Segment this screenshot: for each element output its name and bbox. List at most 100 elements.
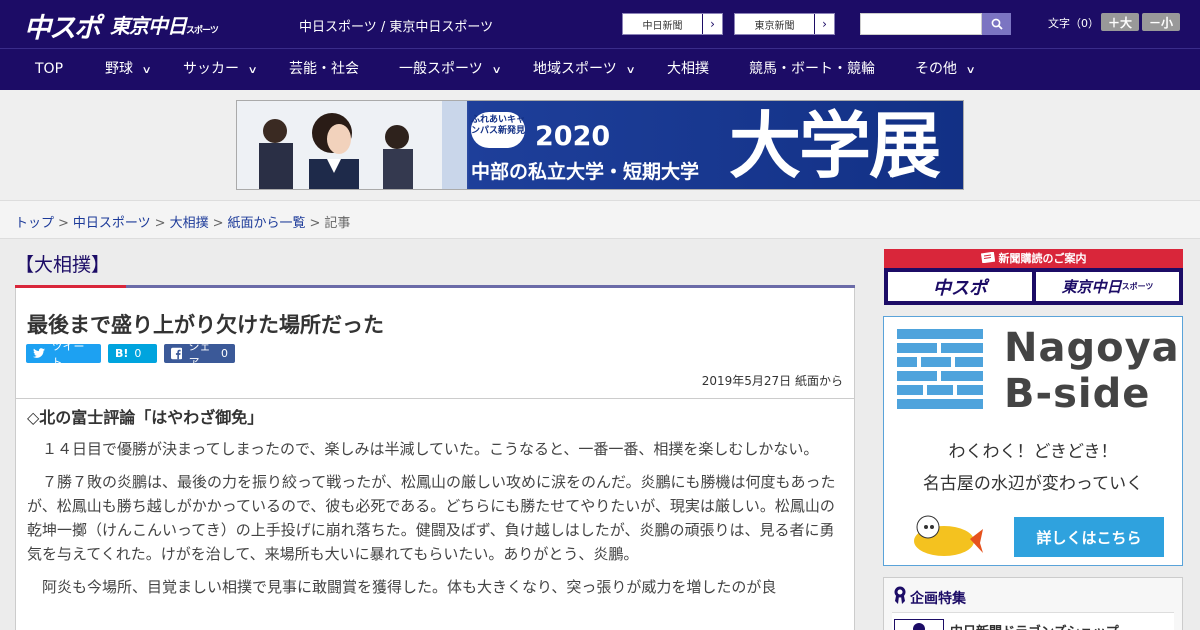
tokyo-shimbun-label: 東京新聞 [754, 20, 795, 32]
nav-item-label: 競馬・ボート・競輪 [749, 61, 875, 77]
text-size-down-button[interactable]: －小 [1142, 13, 1180, 31]
breadcrumb-chunichi-sports[interactable]: 中日スポーツ [73, 216, 151, 231]
article-paragraph: １４日目で優勝が決まってしまったので、楽しみは半減していた。こうなると、一番一番… [27, 440, 819, 458]
site-link-separator: / [376, 20, 390, 35]
banner-subtitle: 中部の私立大学・短期大学 [471, 161, 700, 183]
feature-title: 企画特集 [910, 591, 966, 607]
nav-item-baseball[interactable]: 野球 ∨ [105, 49, 152, 90]
chevron-down-icon: ∨ [141, 65, 152, 76]
article-date: 2019年5月27日 紙面から [701, 374, 843, 388]
facebook-share-label: シェア [188, 339, 211, 369]
link-tokyo-chunichi-sports[interactable]: 東京中日スポーツ [389, 20, 493, 35]
banner-area: ふれあいキャンパス新発見 2020 中部の私立大学・短期大学 大学展 [0, 90, 1200, 200]
ad-details-button[interactable]: 詳しくはこちら [1014, 517, 1164, 557]
feature-box: 企画特集 中日新聞ドラゴンズショップ [883, 577, 1183, 630]
nav-item-top[interactable]: TOP [35, 49, 63, 90]
chunichi-shimbun-button[interactable]: 中日新聞 › [622, 13, 723, 35]
hatena-count: 0 [134, 347, 142, 360]
chevron-right-icon: › [702, 14, 722, 34]
tokyo-chunichi-logo[interactable]: 東京中日スポーツ [110, 10, 219, 39]
banner-badge: ふれあいキャンパス新発見 [471, 112, 525, 148]
breadcrumb-top[interactable]: トップ [15, 216, 54, 231]
article-divider [16, 398, 854, 399]
twitter-bird-icon [33, 348, 46, 358]
fried-shrimp-mascot-icon [914, 515, 983, 556]
breadcrumb-current: 記事 [324, 216, 351, 231]
facebook-share-count: 0 [221, 347, 228, 360]
chevron-down-icon: ∨ [247, 65, 258, 76]
text-size-up-button[interactable]: ＋大 [1101, 13, 1139, 31]
nav-item-label: 地域スポーツ [533, 61, 617, 77]
subscription-box: 新聞購読のご案内 中スポ 東京中日 スポーツ [884, 249, 1183, 305]
search-button[interactable] [982, 13, 1011, 35]
nav-item-label: サッカー [183, 61, 239, 77]
students-image [237, 101, 467, 189]
nav-item-label: 大相撲 [667, 61, 709, 77]
chunichi-shimbun-label: 中日新聞 [642, 20, 683, 32]
search-icon [991, 18, 1003, 30]
article-paragraph: ７勝７敗の炎鵬は、最後の力を振り絞って戦ったが、松鳳山の厳しい攻めに涙をのんだ。… [27, 473, 836, 563]
article-top-accent [15, 285, 126, 288]
breadcrumb-separator: > [58, 216, 69, 231]
chevron-down-icon: ∨ [625, 65, 636, 76]
feature-item[interactable]: 中日新聞ドラゴンズショップ [892, 612, 1174, 630]
newspaper-icon [980, 251, 995, 264]
facebook-icon [171, 347, 183, 360]
hatena-bookmark-icon: B! [115, 347, 129, 360]
link-chunichi-sports[interactable]: 中日スポーツ [299, 20, 377, 35]
chevron-right-icon: › [814, 14, 834, 34]
nav-item-soccer[interactable]: サッカー ∨ [183, 49, 258, 90]
ad-tagline-2: 名古屋の水辺が変わっていく [922, 474, 1144, 494]
subscribe-tokyo-chunichi-small: スポーツ [1121, 282, 1154, 291]
breadcrumb-paper-list[interactable]: 紙面から一覧 [228, 216, 306, 231]
ad-tagline-1: わくわく！どきどき！ [948, 442, 1118, 462]
nav-item-label: TOP [35, 61, 64, 77]
breadcrumb-bar: トップ > 中日スポーツ > 大相撲 > 紙面から一覧 > 記事 [0, 200, 1200, 239]
main-nav: TOP 野球 ∨ サッカー ∨ 芸能・社会 一般スポーツ ∨ 地域スポーツ ∨ 大相撲 … [0, 48, 1200, 90]
article-card: 最後まで盛り上がり欠けた場所だった ツイート B! 0 シェア 0 2019年5… [15, 285, 855, 630]
feature-item-text: 中日新聞ドラゴンズショップ [950, 621, 1119, 630]
nav-item-label: 一般スポーツ [399, 61, 483, 77]
facebook-share-button[interactable]: シェア 0 [164, 340, 235, 369]
tweet-button[interactable]: ツイート [26, 340, 101, 369]
tweet-label: ツイート [51, 339, 85, 369]
tokyo-chunichi-logo-small: スポーツ [186, 26, 219, 36]
breadcrumb-separator: > [212, 216, 224, 231]
tokyo-chunichi-logo-text: 東京中日 [110, 14, 187, 38]
chevron-down-icon: ∨ [965, 65, 976, 76]
ad-title: Nagoya B-side [1004, 325, 1180, 417]
nav-item-racing[interactable]: 競馬・ボート・競輪 [749, 49, 875, 90]
nav-item-local-sports[interactable]: 地域スポーツ ∨ [533, 49, 636, 90]
search-input[interactable] [860, 13, 982, 35]
chuspo-logo[interactable]: 中スポ [24, 6, 101, 45]
banner-year: 2020 [535, 121, 611, 152]
tokyo-shimbun-button[interactable]: 東京新聞 › [734, 13, 835, 35]
ad-title-line-2: B-side [1004, 371, 1151, 417]
text-size-label: 文字（0） [1048, 17, 1099, 30]
subscribe-chuspo-button[interactable]: 中スポ [888, 272, 1032, 301]
nav-item-label: その他 [915, 61, 957, 77]
nav-item-label: 芸能・社会 [289, 61, 359, 77]
breadcrumb-separator: > [309, 216, 321, 231]
breadcrumb: トップ > 中日スポーツ > 大相撲 > 紙面から一覧 > 記事 [15, 212, 350, 231]
nagoya-bside-ad[interactable]: Nagoya B-side わくわく！どきどき！ 名古屋の水辺が変わっていく 詳し… [883, 316, 1183, 566]
shop-thumbnail-icon [894, 619, 944, 630]
category-label: 【大相撲】 [15, 254, 111, 276]
breadcrumb-sumo[interactable]: 大相撲 [170, 216, 209, 231]
bricks-logo-icon [897, 329, 983, 409]
hatena-bookmark-button[interactable]: B! 0 [108, 344, 157, 363]
nav-item-entertainment[interactable]: 芸能・社会 [289, 49, 359, 90]
site-links: 中日スポーツ / 東京中日スポーツ [299, 16, 493, 35]
subscription-title-text: 新聞購読のご案内 [998, 252, 1087, 265]
article-subhead: ◇北の富士評論「はやわざ御免」 [27, 408, 264, 427]
subscribe-chuspo-logo: 中スポ [933, 277, 987, 299]
nav-item-general-sports[interactable]: 一般スポーツ ∨ [399, 49, 502, 90]
breadcrumb-separator: > [154, 216, 166, 231]
university-fair-banner[interactable]: ふれあいキャンパス新発見 2020 中部の私立大学・短期大学 大学展 [236, 100, 964, 190]
site-header: 中スポ 東京中日スポーツ 中日スポーツ / 東京中日スポーツ 中日新聞 › 東京… [0, 0, 1200, 48]
subscription-title[interactable]: 新聞購読のご案内 [884, 249, 1183, 268]
subscribe-tokyo-chunichi-button[interactable]: 東京中日 スポーツ [1036, 272, 1179, 301]
nav-item-sumo[interactable]: 大相撲 [667, 49, 709, 90]
award-ribbon-icon [894, 586, 906, 604]
nav-item-other[interactable]: その他 ∨ [915, 49, 976, 90]
